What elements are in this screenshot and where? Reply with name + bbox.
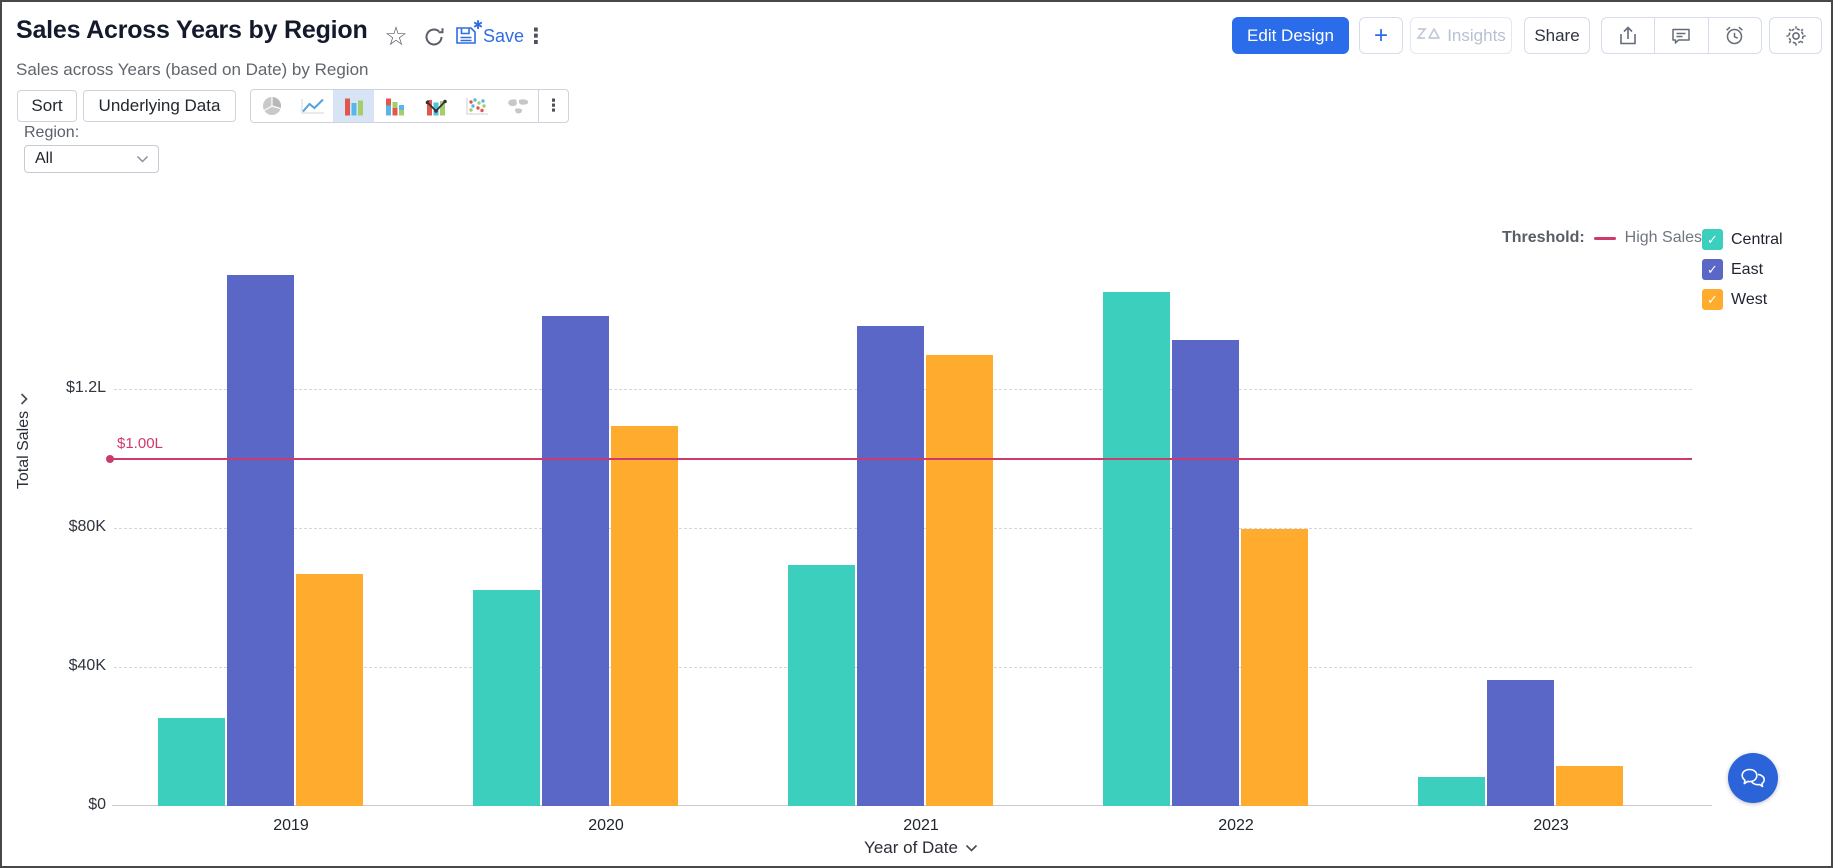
bar-line-chart-button[interactable] [415, 90, 456, 122]
bar-east-2019[interactable] [227, 275, 294, 806]
add-new-button[interactable]: + [1359, 17, 1403, 54]
legend-label: East [1731, 260, 1764, 278]
scatter-chart-button[interactable] [456, 90, 497, 122]
chevron-down-icon [965, 844, 978, 852]
bar-central-2023[interactable] [1418, 777, 1485, 806]
bar-line-chart-icon [425, 99, 447, 116]
y-tick-label: $80K [68, 518, 106, 535]
y-axis-title-label: Total Sales [15, 410, 32, 490]
pie-chart-button[interactable] [251, 90, 292, 122]
threshold-line [110, 457, 1692, 460]
bar-central-2019[interactable] [158, 718, 225, 806]
legend-item-east[interactable]: ✓ East [1702, 259, 1783, 280]
alarm-clock-icon [1726, 26, 1744, 45]
bar-east-2020[interactable] [542, 316, 609, 806]
y-tick-label: $1.2L [65, 379, 106, 396]
legend-label: Central [1731, 230, 1783, 248]
bar-east-2022[interactable] [1172, 340, 1239, 806]
threshold-legend-title: Threshold: [1502, 229, 1585, 246]
insights-button-label: Insights [1447, 25, 1506, 45]
x-tick-label-2019: 2019 [273, 817, 309, 834]
share-button[interactable]: Share [1524, 17, 1590, 54]
legend-item-west[interactable]: ✓ West [1702, 289, 1783, 310]
settings-button[interactable] [1769, 17, 1822, 54]
save-icon: ✱ [454, 18, 483, 48]
map-chart-icon [507, 99, 528, 114]
schedule-button[interactable] [1707, 18, 1761, 53]
bar-central-2022[interactable] [1103, 292, 1170, 806]
pie-chart-icon [262, 97, 281, 115]
save-button[interactable]: ✱ Save [454, 18, 525, 50]
bar-chart-button[interactable] [333, 90, 374, 122]
save-button-label: Save [483, 25, 525, 46]
threshold-line-dot [106, 454, 114, 463]
header-icon-toolbar [1601, 17, 1762, 54]
x-tick-label-2022: 2022 [1218, 817, 1254, 834]
chevron-down-icon [136, 155, 158, 163]
region-filter-select[interactable]: All [24, 145, 159, 173]
bar-west-2019[interactable] [296, 574, 363, 806]
x-axis-title[interactable]: Year of Date [821, 838, 1021, 858]
chart-type-switcher: ⋮ [250, 89, 569, 123]
export-icon [1620, 25, 1636, 44]
x-tick-label-2023: 2023 [1533, 817, 1569, 834]
y-tick-label: $40K [68, 657, 106, 674]
insights-button[interactable]: Insights [1410, 17, 1512, 54]
legend-checkbox-west[interactable]: ✓ [1702, 289, 1723, 310]
comment-icon [1672, 28, 1691, 44]
bar-chart-icon [344, 98, 363, 116]
stacked-bar-chart-button[interactable] [374, 90, 415, 122]
bar-central-2020[interactable] [473, 590, 540, 806]
page-title: Sales Across Years by Region [16, 16, 368, 44]
y-axis-title[interactable]: Total Sales [15, 381, 33, 501]
region-filter-label: Region: [24, 124, 80, 141]
page-subtitle: Sales across Years (based on Date) by Re… [16, 60, 369, 79]
region-filter-value: All [35, 150, 53, 167]
export-button[interactable] [1602, 18, 1654, 53]
threshold-line-swatch [1593, 236, 1616, 240]
bar-east-2023[interactable] [1487, 680, 1554, 806]
threshold-legend: Threshold: High Sales [1502, 229, 1702, 247]
chat-bubbles-icon [1740, 768, 1765, 788]
refresh-icon[interactable] [420, 24, 448, 50]
comments-button[interactable] [1654, 18, 1707, 53]
more-chart-types-button[interactable]: ⋮ [538, 90, 568, 122]
plot-area: 2019 2020 2021 2022 2023 $1.00L [106, 197, 1712, 834]
x-tick-label-2020: 2020 [588, 817, 624, 834]
scatter-chart-icon [466, 98, 488, 115]
x-axis-title-label: Year of Date [864, 838, 958, 857]
edit-design-button[interactable]: Edit Design [1232, 17, 1349, 54]
bar-west-2021[interactable] [926, 355, 993, 806]
gear-icon [1785, 25, 1806, 46]
sort-button[interactable]: Sort [17, 90, 77, 122]
legend-label: West [1731, 290, 1768, 308]
bar-west-2022[interactable] [1241, 529, 1308, 806]
zia-insights-icon [1416, 25, 1441, 47]
x-tick-label-2021: 2021 [903, 817, 939, 834]
bar-west-2023[interactable] [1556, 766, 1623, 806]
analytics-report-window: Sales Across Years by Region Sales acros… [0, 0, 1833, 868]
bar-west-2020[interactable] [611, 426, 678, 806]
legend-checkbox-east[interactable]: ✓ [1702, 259, 1723, 280]
threshold-legend-name: High Sales [1624, 229, 1703, 246]
legend-checkbox-central[interactable]: ✓ [1702, 229, 1723, 250]
stacked-bar-chart-icon [385, 98, 404, 116]
chat-assistant-button[interactable] [1728, 753, 1778, 803]
bar-east-2021[interactable] [857, 326, 924, 806]
bar-central-2021[interactable] [788, 565, 855, 806]
more-options-icon[interactable]: ⋮ [524, 21, 548, 51]
series-legend: ✓ Central ✓ East ✓ West [1702, 229, 1783, 319]
underlying-data-button[interactable]: Underlying Data [83, 90, 236, 122]
line-chart-icon [301, 98, 324, 114]
legend-item-central[interactable]: ✓ Central [1702, 229, 1783, 250]
map-chart-button[interactable] [497, 90, 538, 122]
favorite-star-icon[interactable]: ☆ [380, 20, 412, 52]
threshold-value-label: $1.00L [117, 434, 163, 452]
unsaved-asterisk-icon: ✱ [472, 18, 483, 32]
line-chart-button[interactable] [292, 90, 333, 122]
y-tick-label: $0 [88, 796, 106, 813]
